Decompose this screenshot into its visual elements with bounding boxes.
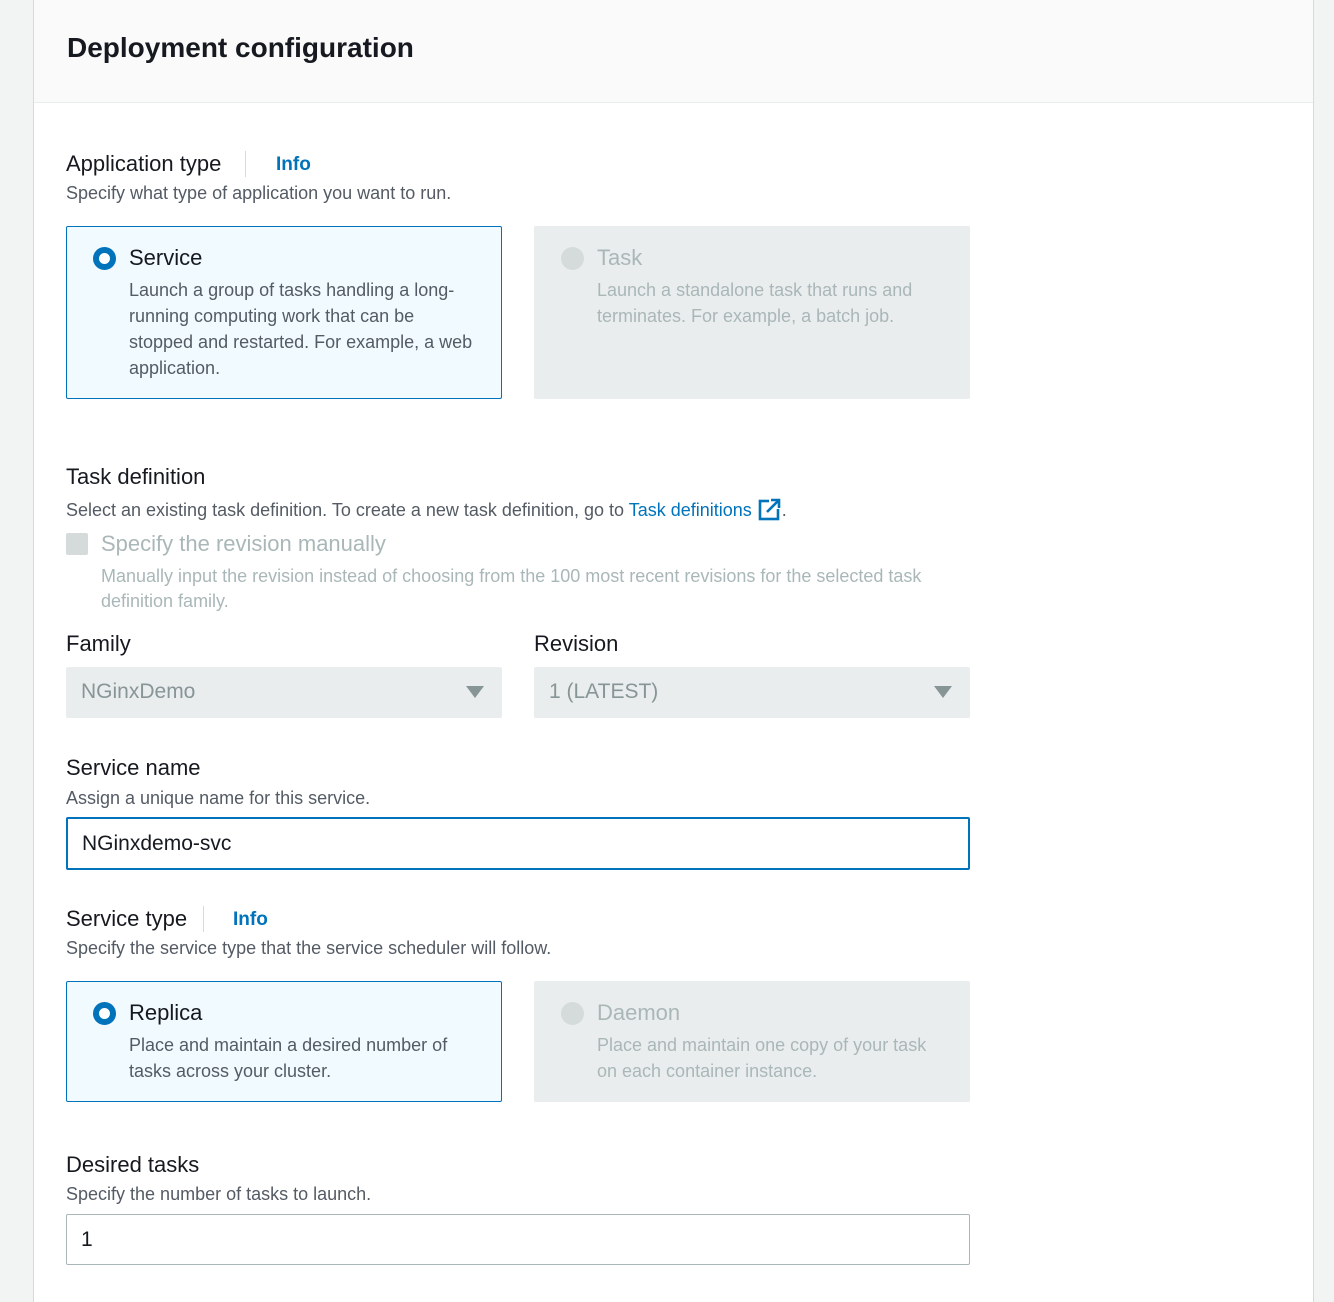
service-name-description: Assign a unique name for this service. [66,788,371,808]
service-type-info-link[interactable]: Info [233,909,268,931]
task-option-description: Launch a standalone task that runs and t… [597,280,913,326]
application-type-label: Application type [66,151,222,176]
replica-option-title: Replica [129,1000,203,1025]
daemon-option-title: Daemon [597,1000,681,1025]
service-name-input[interactable]: NGinxdemo-svc [66,817,970,870]
revision-select: 1 (LATEST) [534,667,970,718]
replica-option-description: Place and maintain a desired number of t… [129,1035,448,1081]
service-option-title: Service [129,245,203,270]
family-label: Family [66,631,131,656]
service-type-daemon-tile: Daemon Place and maintain one copy of yo… [534,981,970,1102]
revision-label: Revision [534,631,619,656]
desired-tasks-input-value: 1 [81,1228,93,1251]
family-select-value: NGinxDemo [81,680,196,703]
panel-title: Deployment configuration [67,32,414,63]
task-definitions-link[interactable]: Task definitions [629,500,752,520]
task-definition-description-text: Select an existing task definition. To c… [66,500,629,520]
caret-down-icon [466,686,484,698]
task-option-title: Task [597,245,643,270]
service-option-description: Launch a group of tasks handling a long-… [129,280,473,378]
desired-tasks-description: Specify the number of tasks to launch. [66,1184,372,1204]
service-name-label: Service name [66,755,201,780]
specify-revision-description: Manually input the revision instead of c… [101,566,922,611]
task-definition-description-suffix: . [781,500,787,520]
radio-disabled-icon [561,1002,584,1025]
service-type-replica-tile[interactable]: Replica Place and maintain a desired num… [66,981,502,1102]
specify-revision-label: Specify the revision manually [101,531,386,556]
daemon-option-description: Place and maintain one copy of your task… [597,1035,927,1081]
desired-tasks-input[interactable]: 1 [66,1214,970,1265]
external-link-icon[interactable] [758,497,782,521]
panel-header: Deployment configuration [34,0,1313,103]
caret-down-icon [934,686,952,698]
application-type-service-tile[interactable]: Service Launch a group of tasks handling… [66,226,502,399]
service-type-description: Specify the service type that the servic… [66,938,552,958]
task-definition-description: Select an existing task definition. To c… [66,497,787,521]
info-separator [203,906,204,932]
application-type-description: Specify what type of application you wan… [66,183,452,203]
radio-selected-icon[interactable] [93,247,116,270]
application-type-task-tile: Task Launch a standalone task that runs … [534,226,970,399]
desired-tasks-label: Desired tasks [66,1152,200,1177]
info-separator [245,151,246,177]
service-type-label: Service type [66,906,188,931]
task-definition-label: Task definition [66,464,206,489]
radio-disabled-icon [561,247,584,270]
radio-selected-icon[interactable] [93,1002,116,1025]
revision-select-value: 1 (LATEST) [549,680,659,703]
family-select: NGinxDemo [66,667,502,718]
service-name-input-value: NGinxdemo-svc [82,832,232,855]
application-type-info-link[interactable]: Info [276,154,311,176]
specify-revision-checkbox [66,533,88,555]
